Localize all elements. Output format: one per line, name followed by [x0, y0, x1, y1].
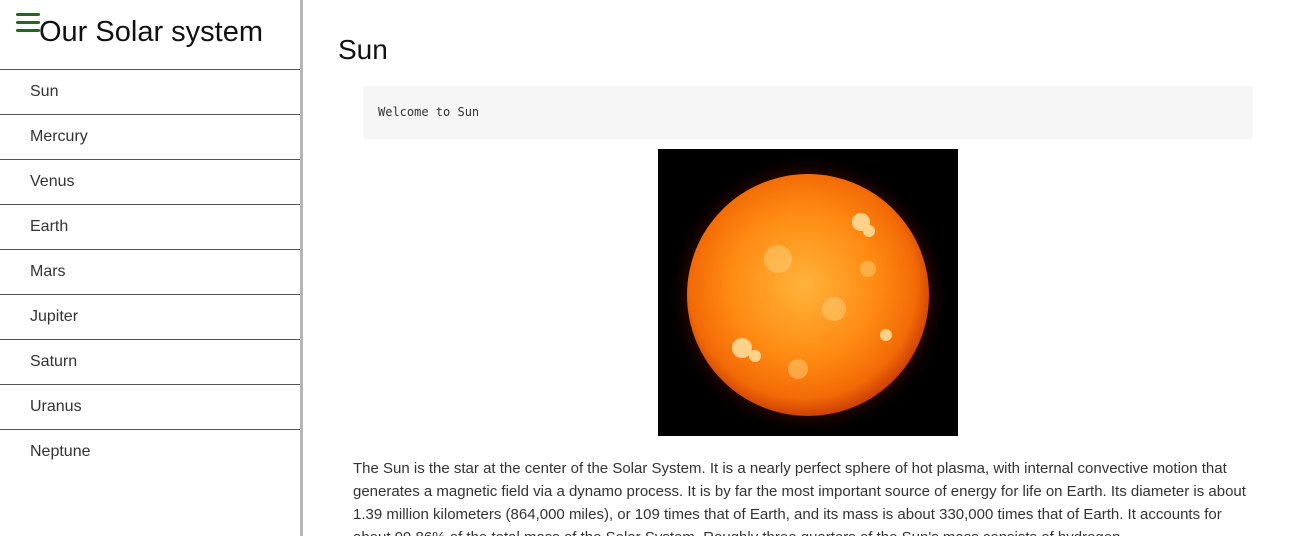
nav-item-uranus[interactable]: Uranus — [0, 385, 300, 430]
nav-item-saturn[interactable]: Saturn — [0, 340, 300, 385]
nav-item-mercury[interactable]: Mercury — [0, 115, 300, 160]
sidebar-header: Our Solar system — [0, 0, 300, 70]
site-title: Our Solar system — [39, 16, 263, 48]
sun-description: The Sun is the star at the center of the… — [353, 460, 1246, 536]
hamburger-menu-icon[interactable] — [16, 13, 40, 33]
welcome-box: Welcome to Sun — [363, 86, 1253, 139]
nav-item-mars[interactable]: Mars — [0, 250, 300, 295]
sun-image — [658, 149, 958, 436]
main-content: Sun Welcome to Sun The Sun is the star a… — [303, 0, 1293, 536]
nav-item-earth[interactable]: Earth — [0, 205, 300, 250]
welcome-text: Welcome to Sun — [378, 105, 480, 119]
page-title: Sun — [338, 34, 388, 65]
nav-item-neptune[interactable]: Neptune — [0, 430, 300, 474]
nav-item-venus[interactable]: Venus — [0, 160, 300, 205]
nav-item-sun[interactable]: Sun — [0, 70, 300, 115]
planet-nav: Sun Mercury Venus Earth Mars Jupiter Sat… — [0, 70, 300, 474]
nav-item-jupiter[interactable]: Jupiter — [0, 295, 300, 340]
sidebar: Our Solar system Sun Mercury Venus Earth… — [0, 0, 303, 536]
